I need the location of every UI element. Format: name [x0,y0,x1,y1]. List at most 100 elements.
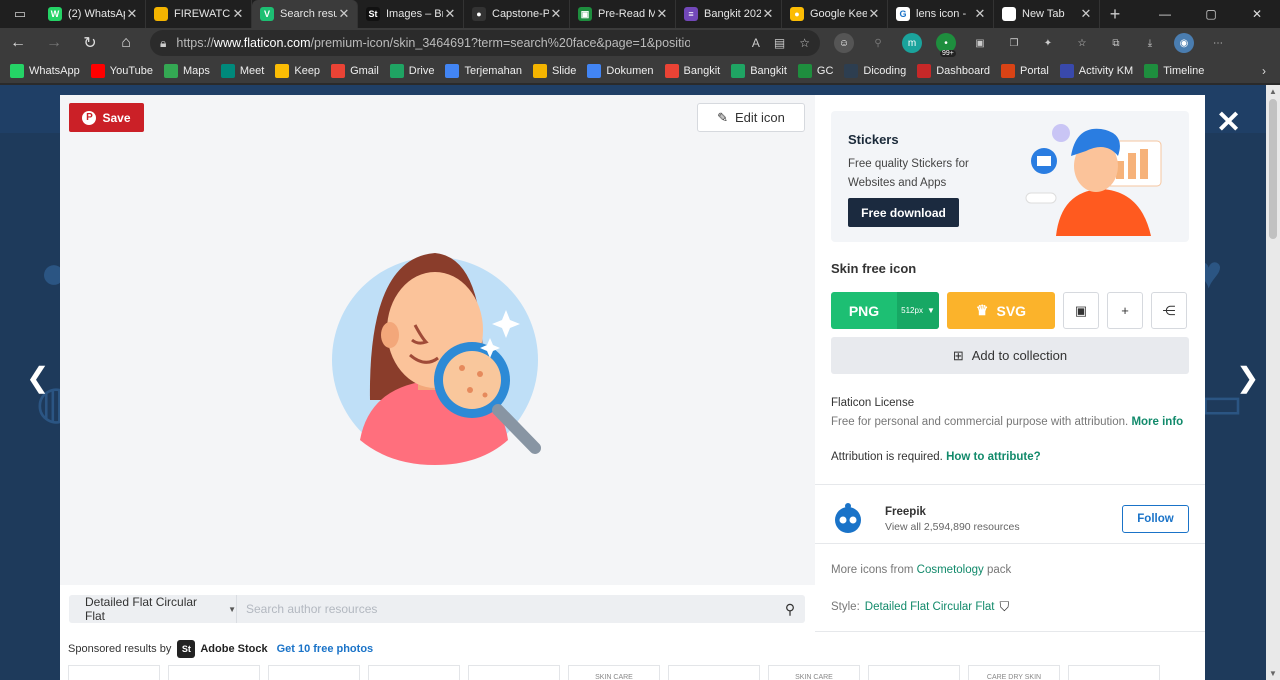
refresh-button[interactable]: ↻ [72,33,108,53]
mockup-image-button[interactable]: ▣ [1063,292,1099,329]
bookmark-item[interactable]: Timeline [1144,63,1204,78]
minimize-button[interactable]: — [1142,7,1188,21]
bookmark-item[interactable]: Gmail [331,63,379,78]
bookmark-item[interactable]: Bangkit [731,63,787,78]
png-download-button[interactable]: PNG 512px ▼ [831,292,939,329]
browser-tab[interactable]: ● Google Kee ✕ [782,0,888,28]
close-tab-icon[interactable]: ✕ [655,6,669,22]
close-tab-icon[interactable]: ✕ [443,6,457,22]
close-tab-icon[interactable]: ✕ [125,6,139,22]
extension-face-icon[interactable]: ☺ [834,33,854,53]
png-size-dropdown[interactable]: 512px ▼ [897,292,939,329]
bookmark-item[interactable]: Meet [220,63,264,78]
extension-notification-icon[interactable]: • 99+ [936,33,956,57]
bookmark-item[interactable]: Dokumen [587,63,654,78]
close-tab-icon[interactable]: ✕ [549,6,563,22]
lock-icon[interactable]: 🔒︎ [160,36,166,51]
pack-link[interactable]: Cosmetology [917,564,984,576]
bookmark-item[interactable]: WhatsApp [10,63,80,78]
back-button[interactable]: ← [0,34,36,52]
close-window-button[interactable]: ✕ [1234,7,1280,21]
sponsored-thumbnail[interactable] [468,665,560,680]
browser-tab[interactable]: Glens icon - ✕ [888,0,994,28]
author-resources-link[interactable]: View all 2,594,890 resources [885,521,1020,533]
bookmark-item[interactable]: Drive [389,63,434,78]
extensions-puzzle-icon[interactable]: ✦ [1038,33,1058,53]
sponsored-thumbnail[interactable] [668,665,760,680]
bookmark-item[interactable]: Keep [275,63,320,78]
forward-button[interactable]: → [36,34,72,52]
edit-icon-button[interactable]: ✎ Edit icon [697,103,805,132]
bookmark-icon[interactable]: ⛉ [1000,599,1010,615]
style-link[interactable]: Detailed Flat Circular Flat [865,601,995,613]
share-button[interactable]: ⋲ [1151,292,1187,329]
close-tab-icon[interactable]: ✕ [1079,6,1093,22]
how-to-attribute-link[interactable]: How to attribute? [946,451,1041,463]
author-name[interactable]: Freepik [885,506,1020,518]
follow-button[interactable]: Follow [1122,505,1189,533]
favorite-star-icon[interactable]: ☆ [799,36,810,50]
home-button[interactable]: ⌂ [108,34,144,52]
close-tab-icon[interactable]: ✕ [231,6,245,22]
collections-icon[interactable]: ⧉ [1106,33,1126,53]
close-tab-icon[interactable]: ✕ [973,6,987,22]
more-info-link[interactable]: More info [1131,416,1183,428]
browser-tab[interactable]: ● Capstone-P ✕ [464,0,570,28]
bookmark-item[interactable]: Bangkit [664,63,720,78]
next-icon-arrow[interactable]: ❯ [1236,364,1259,392]
close-tab-icon[interactable]: ✕ [337,6,351,22]
close-tab-icon[interactable]: ✕ [867,6,881,22]
browser-tab[interactable]: New Tab ✕ [994,0,1100,28]
bookmark-item[interactable]: Terjemahan [445,63,522,78]
browser-tab[interactable]: W (2) WhatsApp✕ [40,0,146,28]
sponsored-thumbnail[interactable] [368,665,460,680]
profile-avatar[interactable]: ◉ [1174,33,1194,53]
extension-pin-icon[interactable]: ⚲ [868,33,888,53]
bookmarks-overflow-icon[interactable]: › [1262,64,1266,78]
freepik-avatar-icon[interactable] [831,502,865,536]
scroll-up-arrow[interactable]: ▲ [1266,87,1280,96]
search-icon[interactable]: ⚲ [775,601,805,618]
page-scrollbar[interactable]: ▲ ▼ [1266,85,1280,680]
free-download-button[interactable]: Free download [848,198,959,227]
settings-more-icon[interactable]: ⋯ [1208,33,1228,53]
svg-download-button[interactable]: ♛ SVG [947,292,1055,329]
style-dropdown[interactable]: Detailed Flat Circular Flat ▼ [69,595,237,623]
scroll-down-arrow[interactable]: ▼ [1266,669,1280,678]
bookmark-item[interactable]: Dashboard [917,63,990,78]
sponsored-thumbnail[interactable] [168,665,260,680]
extension-printer-icon[interactable]: ▣ [970,33,990,53]
browser-tab[interactable]: FIREWATCH✕ [146,0,252,28]
pinterest-save-button[interactable]: P Save [69,103,144,132]
bookmark-item[interactable]: Maps [163,63,210,78]
maximize-button[interactable]: ▢ [1188,7,1234,21]
bookmark-item[interactable]: Dicoding [844,63,906,78]
bookmark-item[interactable]: GC [797,63,833,78]
url-field[interactable]: 🔒︎ https://www.flaticon.com/premium-icon… [150,30,820,56]
author-search-input[interactable] [237,595,775,623]
add-to-collection-button[interactable]: ⊞ Add to collection [831,337,1189,374]
reader-view-icon[interactable]: ▤ [774,36,785,50]
extension-m-icon[interactable]: m [902,33,922,53]
sponsored-thumbnail[interactable]: SKIN CARE [568,665,660,680]
sponsored-thumbnail[interactable] [268,665,360,680]
more-options-button[interactable]: + [1107,292,1143,329]
tab-actions-icon[interactable]: ▭ [0,0,40,28]
read-aloud-icon[interactable]: A [752,36,760,50]
bookmark-item[interactable]: Activity KM [1059,63,1133,78]
favorites-icon[interactable]: ☆ [1072,33,1092,53]
browser-tab[interactable]: V Search results✕ [252,0,358,28]
previous-icon-arrow[interactable]: ❮ [26,364,49,392]
downloads-icon[interactable]: ⤓ [1140,33,1160,53]
sponsored-thumbnail[interactable] [68,665,160,680]
bookmark-item[interactable]: Portal [1001,63,1049,78]
extension-copy-icon[interactable]: ❐ [1004,33,1024,53]
browser-tab[interactable]: St Images – Br ✕ [358,0,464,28]
browser-tab[interactable]: ▣ Pre-Read M ✕ [570,0,676,28]
bookmark-item[interactable]: YouTube [90,63,153,78]
browser-tab[interactable]: ≡ Bangkit 202 ✕ [676,0,782,28]
close-tab-icon[interactable]: ✕ [761,6,775,22]
scrollbar-thumb[interactable] [1269,99,1277,239]
new-tab-button[interactable]: + [1100,4,1130,25]
bookmark-item[interactable]: Slide [532,63,576,78]
